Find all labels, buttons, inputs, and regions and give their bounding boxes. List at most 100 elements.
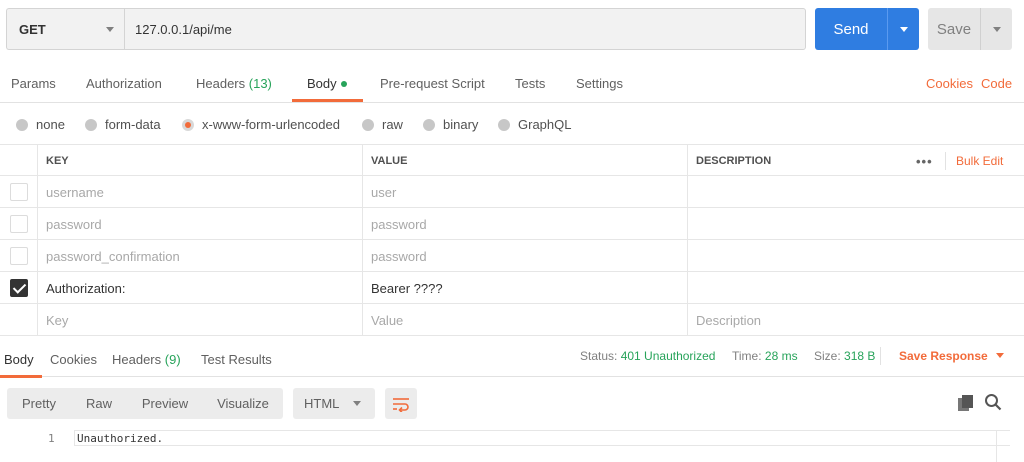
tab-settings[interactable]: Settings [576, 76, 623, 91]
table-row: username user [0, 176, 1024, 208]
response-tab-test-results[interactable]: Test Results [201, 352, 272, 367]
method-select[interactable]: GET [6, 8, 124, 50]
tab-params[interactable]: Params [11, 76, 56, 91]
value-cell[interactable]: password [362, 240, 687, 272]
current-line-highlight [74, 430, 1010, 446]
status-label: Status: [580, 349, 618, 363]
tab-authorization[interactable]: Authorization [86, 76, 162, 91]
radio-graphql[interactable]: GraphQL [498, 117, 571, 132]
header-checkbox-cell [0, 145, 37, 177]
time-value[interactable]: 28 ms [765, 349, 798, 363]
response-size: Size: 318 B [814, 349, 875, 363]
key-cell[interactable]: username [37, 176, 362, 208]
chevron-down-icon [899, 26, 908, 32]
size-value[interactable]: 318 B [844, 349, 875, 363]
value-cell[interactable]: Bearer ???? [362, 272, 687, 304]
editor-scrollbar[interactable] [996, 430, 1009, 462]
row-checkbox-checked[interactable] [9, 279, 28, 297]
radio-selected-icon [182, 118, 194, 131]
tab-body[interactable]: Body [307, 76, 347, 91]
radio-raw[interactable]: raw [362, 117, 403, 132]
row-checkbox[interactable] [9, 183, 28, 201]
value-cell[interactable]: password [362, 208, 687, 240]
radio-x-www-form-urlencoded[interactable]: x-www-form-urlencoded [182, 117, 340, 132]
tab-headers-count: (13) [248, 76, 272, 91]
pretty-button[interactable]: Pretty [7, 388, 71, 419]
format-select[interactable]: HTML [293, 388, 375, 419]
description-input[interactable]: Description [687, 304, 1024, 336]
save-response-button[interactable]: Save Response [899, 349, 1004, 363]
body-type-radios: none form-data x-www-form-urlencoded raw… [0, 104, 1024, 144]
visualize-button[interactable]: Visualize [203, 388, 283, 419]
save-dropdown-button[interactable] [981, 8, 1012, 50]
table-row: password_confirmation password [0, 240, 1024, 272]
response-tab-cookies[interactable]: Cookies [50, 352, 97, 367]
url-input[interactable]: 127.0.0.1/api/me [124, 8, 806, 50]
meta-divider [880, 347, 881, 365]
description-cell[interactable] [687, 240, 1024, 272]
preview-button[interactable]: Preview [127, 388, 203, 419]
radio-icon [423, 118, 435, 131]
cookies-link[interactable]: Cookies [926, 76, 973, 91]
status-value[interactable]: 401 Unauthorized [621, 349, 716, 363]
radio-icon [85, 118, 97, 131]
description-cell[interactable] [687, 208, 1024, 240]
response-tab-headers[interactable]: Headers (9) [112, 352, 181, 367]
radio-icon [16, 118, 28, 131]
params-table: KEY VALUE DESCRIPTION ••• Bulk Edit user… [0, 144, 1024, 336]
value-input[interactable]: Value [362, 304, 687, 336]
send-button-group: Send [815, 8, 919, 50]
key-input[interactable]: Key [37, 304, 362, 336]
code-line: Unauthorized. [77, 432, 164, 445]
radio-form-data[interactable]: form-data [85, 117, 161, 132]
response-tab-body[interactable]: Body [4, 352, 34, 367]
response-tab-headers-label: Headers [112, 352, 162, 367]
active-response-tab-indicator [0, 375, 42, 378]
send-dropdown-button[interactable] [888, 8, 919, 50]
response-time: Time: 28 ms [732, 349, 798, 363]
chevron-down-icon [106, 27, 114, 32]
line-number: 1 [48, 432, 55, 445]
tab-prerequest-script[interactable]: Pre-request Script [380, 76, 485, 91]
row-checkbox-cell [0, 272, 37, 304]
description-cell[interactable] [687, 176, 1024, 208]
row-checkbox[interactable] [9, 215, 28, 233]
row-checkbox[interactable] [9, 247, 28, 265]
column-header-key: KEY [37, 145, 362, 177]
search-icon[interactable] [984, 393, 1002, 411]
response-body-editor[interactable]: 1 Unauthorized. [0, 430, 1024, 462]
row-checkbox-cell [0, 176, 37, 208]
bulk-edit-link[interactable]: Bulk Edit [956, 154, 1003, 168]
table-row: password password [0, 208, 1024, 240]
row-checkbox-cell [0, 304, 37, 336]
radio-binary[interactable]: binary [423, 117, 478, 132]
radio-none[interactable]: none [16, 117, 65, 132]
radio-label: GraphQL [518, 117, 572, 132]
copy-icon[interactable] [957, 394, 975, 412]
size-label: Size: [814, 349, 841, 363]
save-button[interactable]: Save [928, 8, 980, 50]
key-cell[interactable]: password_confirmation [37, 240, 362, 272]
description-cell[interactable] [687, 272, 1024, 304]
tab-headers-label: Headers [196, 76, 246, 91]
body-indicator-dot [340, 81, 347, 87]
tab-headers[interactable]: Headers (13) [196, 76, 272, 91]
value-cell[interactable]: user [362, 176, 687, 208]
more-options-icon[interactable]: ••• [916, 154, 933, 169]
send-button[interactable]: Send [815, 8, 887, 50]
url-value: 127.0.0.1/api/me [135, 21, 232, 37]
response-status: Status: 401 Unauthorized [580, 349, 715, 363]
key-cell[interactable]: password [37, 208, 362, 240]
response-tabs: Body Cookies Headers (9) Test Results St… [0, 337, 1024, 377]
tab-body-label: Body [307, 76, 337, 91]
code-link[interactable]: Code [981, 76, 1012, 91]
header-divider [945, 152, 946, 170]
radio-label: raw [382, 117, 403, 132]
radio-label: binary [443, 117, 479, 132]
wrap-lines-button[interactable] [385, 388, 417, 419]
raw-button[interactable]: Raw [71, 388, 127, 419]
tab-tests[interactable]: Tests [515, 76, 545, 91]
radio-label: none [36, 117, 65, 132]
key-cell[interactable]: Authorization: [37, 272, 362, 304]
radio-icon [498, 118, 510, 131]
